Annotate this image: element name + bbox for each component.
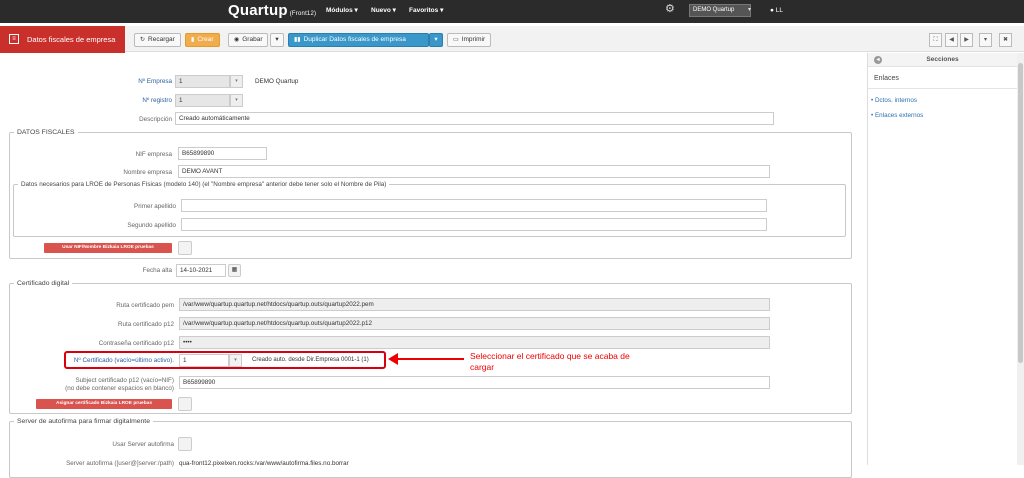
calendar-icon[interactable]: ▦ — [228, 264, 241, 277]
pem-input[interactable]: /var/www/quartup.quartup.net/htdocs/quar… — [179, 298, 770, 311]
create-button[interactable]: ▮ Crear — [185, 33, 220, 47]
annotation-arrow — [388, 353, 464, 365]
segundo-apellido-label: Segundo apellido — [127, 222, 176, 229]
annotation-text: Seleccionar el certificado que se acaba … — [470, 351, 630, 372]
server-autofirma-label: Server autofirma ([user@]server:/path) — [66, 460, 174, 467]
app-logo[interactable]: Quartup (Front12) — [228, 2, 316, 19]
fecha-alta-input[interactable]: 14-10-2021 — [176, 264, 226, 277]
chevron-down-icon[interactable]: ▾ — [979, 33, 992, 47]
reload-icon: ↻ — [140, 37, 146, 43]
descripcion-label: Descripción — [139, 116, 172, 123]
p12-label: Ruta certificado p12 — [117, 321, 174, 328]
scrollbar[interactable] — [1017, 53, 1024, 465]
usar-nif-button[interactable]: Usar NIF/Nombre Bizkaia LROE pruebas — [44, 243, 172, 253]
segundo-apellido-input[interactable] — [181, 218, 767, 231]
nombre-input[interactable]: DEMO AVANT — [178, 165, 770, 178]
sidebar-title: Enlaces — [868, 67, 1017, 89]
link-dctos-internos[interactable]: • Dctos. internos — [868, 97, 917, 104]
subject-hint: (no debe contener espacios en blanco) — [65, 385, 174, 392]
autofirma-legend: Server de autofirma para firmar digitalm… — [17, 418, 150, 425]
menu-nuevo[interactable]: Nuevo ▾ — [371, 6, 396, 14]
p12-input[interactable]: /var/www/quartup.quartup.net/htdocs/quar… — [179, 317, 770, 330]
empresa-name: DEMO Quartup — [255, 78, 299, 85]
n-registro-select[interactable]: 1 — [175, 94, 230, 107]
scrollbar-thumb[interactable] — [1018, 63, 1023, 363]
subject-input[interactable]: B65899890 — [179, 376, 770, 389]
link-enlaces-externos[interactable]: • Enlaces externos — [868, 112, 923, 119]
n-empresa-label: Nº Empresa — [138, 78, 172, 85]
server-autofirma-value[interactable]: qua-front12.pixelxen.rocks:/var/www/auto… — [179, 460, 349, 467]
primer-apellido-input[interactable] — [181, 199, 767, 212]
save-options-button[interactable]: ▾ — [270, 33, 284, 47]
n-certificado-input[interactable]: 1 — [179, 354, 229, 367]
asignar-certificado-button[interactable]: Asignar certificado Bizkaia LROE pruebas — [36, 399, 172, 409]
user-icon: ● — [770, 7, 774, 14]
chevron-down-icon[interactable]: ▾ — [230, 75, 243, 88]
fecha-alta-label: Fecha alta — [142, 267, 172, 274]
lroe-legend: Datos necesarios para LROE de Personas F… — [21, 181, 387, 188]
gear-icon[interactable]: ⚙ — [665, 4, 676, 15]
descripcion-input[interactable]: Creado automáticamente — [175, 112, 774, 125]
reload-button[interactable]: ↻ Recargar — [134, 33, 181, 47]
menu-favoritos[interactable]: Favoritos ▾ — [409, 6, 443, 14]
user-menu[interactable]: ● LL — [770, 7, 783, 14]
n-empresa-select[interactable]: 1 — [175, 75, 230, 88]
n-certificado-label: Nº Certificado (vacío=último activo). — [73, 357, 174, 364]
duplicate-button[interactable]: ▮▮ Duplicar Datos fiscales de empresa — [288, 33, 429, 47]
certificado-legend: Certificado digital — [17, 280, 70, 287]
collapse-icon[interactable]: ◂ — [874, 56, 882, 64]
previous-icon[interactable]: ◀ — [945, 33, 958, 47]
new-file-icon: ▮ — [191, 37, 195, 43]
close-icon[interactable]: ✖ — [999, 33, 1012, 47]
nif-label: NIF empresa — [135, 151, 172, 158]
subject-label: Subject certificado p12 (vacío=NIF) — [75, 377, 174, 384]
usar-autofirma-label: Usar Server autofirma — [112, 441, 174, 448]
chevron-down-icon: ▾ — [434, 36, 438, 43]
chevron-down-icon: ▾ — [275, 36, 279, 43]
next-icon[interactable]: ▶ — [960, 33, 973, 47]
empresa-select[interactable]: DEMO Quartup — [689, 4, 751, 17]
sidebar-header: ◂ Secciones — [868, 53, 1017, 67]
save-icon: ◉ — [234, 37, 240, 43]
chevron-down-icon[interactable]: ▾ — [748, 6, 751, 13]
settings-sliders-icon: ≡ — [9, 34, 19, 44]
menu-modulos[interactable]: Módulos ▾ — [326, 6, 358, 14]
password-input[interactable]: •••• — [179, 336, 770, 349]
autofirma-fieldset: Server de autofirma para firmar digitalm… — [9, 418, 852, 478]
print-button[interactable]: ▭ Imprimir — [447, 33, 492, 47]
password-label: Contraseña certificado p12 — [98, 340, 174, 347]
page-title: ≡ Datos fiscales de empresa — [0, 26, 125, 53]
n-certificado-desc: Creado auto. desde Dir.Empresa 0001-1 (1… — [252, 357, 369, 363]
usar-autofirma-checkbox[interactable] — [178, 437, 192, 451]
asignar-certificado-checkbox[interactable] — [178, 397, 192, 411]
top-navbar: Quartup (Front12) Módulos ▾ Nuevo ▾ Favor… — [0, 0, 1024, 23]
nif-input[interactable]: B65899890 — [178, 147, 267, 160]
nombre-label: Nombre empresa — [123, 169, 172, 176]
datos-fiscales-legend: DATOS FISCALES — [17, 129, 75, 136]
save-button[interactable]: ◉ Grabar — [228, 33, 269, 47]
pem-label: Ruta certificado pem — [116, 302, 174, 309]
chevron-down-icon[interactable]: ▾ — [230, 94, 243, 107]
print-icon: ▭ — [453, 37, 459, 43]
duplicate-options-button[interactable]: ▾ — [429, 33, 443, 47]
usar-nif-checkbox[interactable] — [178, 241, 192, 255]
chevron-down-icon[interactable]: ▾ — [229, 354, 242, 367]
copy-icon: ▮▮ — [294, 37, 301, 43]
expand-icon[interactable]: ⛶ — [929, 33, 942, 47]
n-registro-label: Nº registro — [142, 97, 172, 104]
primer-apellido-label: Primer apellido — [134, 203, 176, 210]
sections-sidebar: ◂ Secciones Enlaces • Dctos. internos • E… — [867, 53, 1017, 465]
